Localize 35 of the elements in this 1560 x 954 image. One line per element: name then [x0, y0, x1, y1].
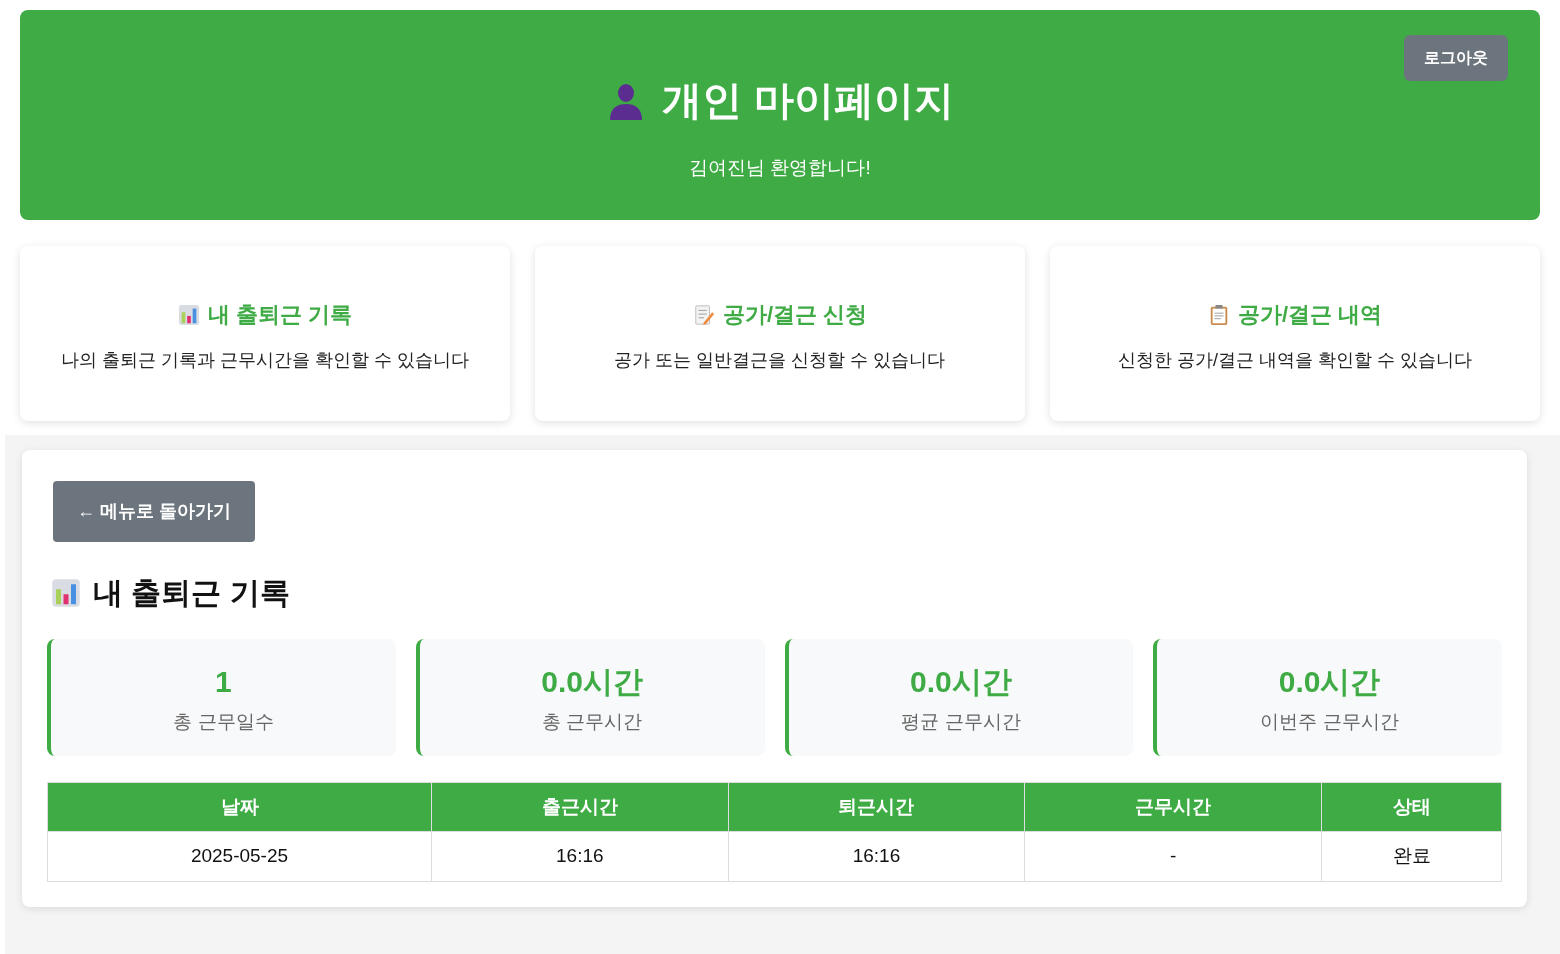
table-cell: 16:16: [431, 831, 729, 882]
logout-button[interactable]: 로그아웃: [1404, 35, 1508, 81]
stat-value: 0.0시간: [1278, 663, 1381, 700]
column-header: 상태: [1321, 782, 1502, 832]
card-title: 공가/결근 신청: [722, 301, 868, 329]
column-header: 출근시간: [431, 782, 729, 832]
back-button[interactable]: ← 메뉴로 돌아가기: [53, 481, 255, 542]
column-header: 근무시간: [1024, 782, 1322, 832]
stat-value: 0.0시간: [910, 663, 1012, 700]
stat-label: 평균 근무시간: [901, 709, 1021, 734]
welcome-text: 김여진님 환영합니다!: [689, 156, 871, 180]
stat-label: 총 근무일수: [173, 709, 274, 734]
card-description: 신청한 공가/결근 내역을 확인할 수 있습니다: [1118, 349, 1472, 372]
menu-card[interactable]: 내 출퇴근 기록 나의 출퇴근 기록과 근무시간을 확인할 수 있습니다: [20, 246, 510, 421]
table-cell: 2025-05-25: [47, 831, 432, 882]
memo-pencil-icon: [692, 303, 715, 326]
page-title: 개인 마이페이지: [662, 77, 954, 124]
table-cell: 16:16: [728, 831, 1025, 882]
stat-value: 1: [215, 663, 232, 700]
table-cell: -: [1024, 831, 1322, 882]
stat-label: 이번주 근무시간: [1260, 709, 1399, 734]
card-title: 공가/결근 내역: [1237, 301, 1383, 329]
table-cell: 완료: [1321, 831, 1502, 882]
menu-card[interactable]: 공가/결근 내역 신청한 공가/결근 내역을 확인할 수 있습니다: [1050, 246, 1540, 421]
column-header: 날짜: [47, 782, 432, 832]
card-description: 나의 출퇴근 기록과 근무시간을 확인할 수 있습니다: [61, 349, 469, 372]
column-header: 퇴근시간: [728, 782, 1025, 832]
stat-label: 총 근무시간: [542, 709, 643, 734]
section-title: 내 출퇴근 기록: [93, 575, 290, 611]
card-title: 내 출퇴근 기록: [207, 301, 353, 329]
stat-value: 0.0시간: [541, 663, 643, 700]
menu-card[interactable]: 공가/결근 신청 공가 또는 일반결근을 신청할 수 있습니다: [535, 246, 1025, 421]
card-description: 공가 또는 일반결근을 신청할 수 있습니다: [614, 349, 946, 372]
bar-chart-icon: [177, 303, 200, 326]
bar-chart-icon: [51, 577, 81, 608]
